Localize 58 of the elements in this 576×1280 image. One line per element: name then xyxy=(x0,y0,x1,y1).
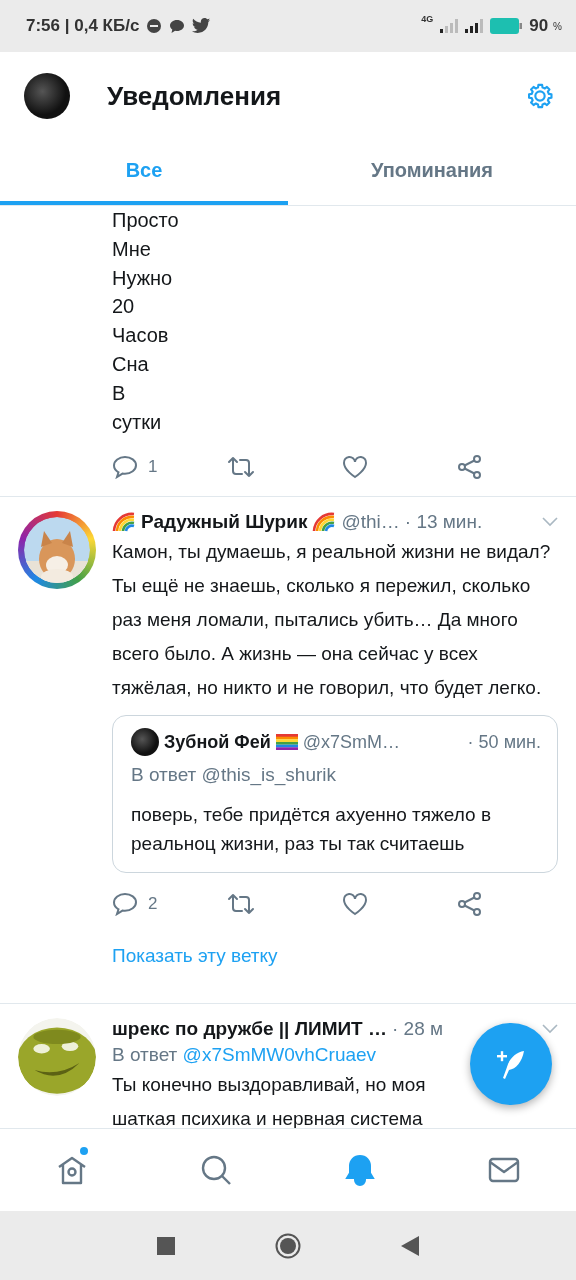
do-not-disturb-icon xyxy=(146,18,163,34)
like-icon[interactable] xyxy=(342,455,368,480)
user-name[interactable]: Радужный Шурик xyxy=(141,511,308,534)
share-icon[interactable] xyxy=(457,455,483,480)
reply-context: В ответ @this_is_shurik xyxy=(131,764,337,787)
compose-button[interactable] xyxy=(470,1023,552,1105)
signal-icon xyxy=(465,19,484,33)
tweet-time: · 13 мин. xyxy=(404,511,483,534)
recents-icon[interactable] xyxy=(157,1236,175,1255)
tab[interactable]: Упоминания xyxy=(288,140,576,205)
quoted-tweet[interactable]: Зубной Фей @x7SmM… · 50 мин. В ответ @this_is_shurik поверь, тебе придётся ахуенно тяжело в реальноц жизни, раз ты так считаешь xyxy=(112,715,558,874)
network-type: 4G xyxy=(421,14,434,24)
reply-count: 2 xyxy=(148,894,158,915)
tweet-text: 20 xyxy=(112,294,135,320)
rainbow-icon xyxy=(112,511,136,534)
battery-percentage: 90 xyxy=(529,16,549,36)
profile-avatar[interactable] xyxy=(24,73,70,119)
unread-dot xyxy=(80,1147,88,1155)
battery-icon xyxy=(490,18,523,34)
tab[interactable]: Все xyxy=(0,140,288,205)
user-name: Зубной Фей xyxy=(164,731,271,753)
like-icon[interactable] xyxy=(342,892,368,917)
reply-count: 1 xyxy=(148,457,158,478)
home-circle-icon[interactable] xyxy=(275,1232,301,1259)
quoted-tweet-text: поверь, тебе придётся ахуенно тяжело в реальноц жизни, раз ты так считаешь xyxy=(131,803,492,857)
tweet-text: Мне xyxy=(112,236,151,262)
tweet-time: · 28 м xyxy=(392,1018,444,1041)
signal-icon xyxy=(440,19,459,33)
user-avatar xyxy=(131,728,159,757)
search-icon[interactable] xyxy=(199,1153,233,1187)
page-title: Уведомления xyxy=(107,80,283,112)
back-icon[interactable] xyxy=(401,1235,419,1256)
percent-sign: % xyxy=(553,20,562,32)
tweet-time: · 50 мин. xyxy=(467,731,541,753)
retweet-icon[interactable] xyxy=(227,893,255,916)
tweet-text: В xyxy=(112,380,126,406)
bell-icon[interactable] xyxy=(343,1153,377,1187)
status-time: 7:56 | 0,4 КБ/с xyxy=(26,16,140,36)
bird-icon xyxy=(192,18,212,34)
tweet-text: Нужно xyxy=(112,265,173,291)
reply-label: В ответ xyxy=(112,1044,178,1066)
reply-icon[interactable] xyxy=(112,892,138,917)
user-handle: @x7SmM… xyxy=(302,731,401,753)
show-thread-link[interactable]: Показать эту ветку xyxy=(112,945,278,968)
tweet-text: сутки xyxy=(112,409,162,435)
tweet-text: Камон, ты думаешь, я реальной жизни не видал? Ты ещё не знаешь, сколько я пережил, сколько раз меня ломали, пытались убить… Да много всего было. А жизнь — она сейчас у всех тяжёлая, но никто и не говорил, что будет легко. xyxy=(112,540,552,701)
user-handle: @thi… xyxy=(341,511,400,534)
tweet-text: Сна xyxy=(112,352,149,377)
chat-bubble-icon xyxy=(169,18,186,34)
retweet-icon[interactable] xyxy=(227,456,255,479)
tweet-text: Просто xyxy=(112,208,179,233)
tweet-text: Часов xyxy=(112,323,169,349)
pride-flag-icon xyxy=(275,734,298,751)
share-icon[interactable] xyxy=(457,892,483,917)
reply-icon[interactable] xyxy=(112,455,138,480)
reply-to-link[interactable]: @x7SmMW0vhCruaev xyxy=(182,1044,377,1066)
user-name[interactable]: шрекс по дружбе || ЛИМИТ … xyxy=(112,1018,387,1041)
rainbow-icon xyxy=(312,511,337,534)
